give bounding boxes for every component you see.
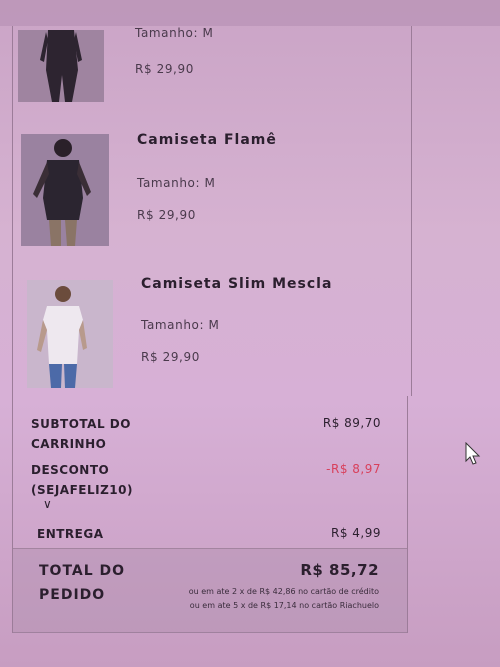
chevron-down-icon[interactable]: ∨ — [43, 497, 52, 511]
item-price: R$ 29,90 — [137, 208, 196, 222]
cart-item: Camiseta Flamê Tamanho: M R$ 29,90 — [13, 130, 411, 250]
shipping-value: R$ 4,99 — [330, 526, 381, 540]
installment-store-card: ou em ate 5 x de R$ 17,14 no cartão Riac… — [189, 601, 379, 610]
subtotal-label: SUBTOTAL DO CARRINHO — [31, 417, 131, 451]
item-size: Tamanho: M — [135, 26, 214, 40]
product-photo — [21, 134, 109, 246]
item-size: Tamanho: M — [137, 176, 216, 190]
mouse-pointer-icon — [465, 442, 481, 465]
cart-item: Tamanho: M R$ 29,90 — [13, 26, 411, 106]
total-label: TOTAL DO PEDIDO — [39, 563, 126, 603]
subtotal-value: R$ 89,70 — [322, 416, 381, 430]
discount-value: -R$ 8,97 — [326, 462, 381, 476]
discount-label: DESCONTO (SEJAFELIZ10) — [31, 463, 133, 497]
product-image[interactable] — [18, 30, 104, 102]
shipping-label: ENTREGA — [37, 527, 104, 541]
item-name[interactable]: Camiseta Flamê — [137, 132, 277, 148]
order-total: TOTAL DO PEDIDO R$ 85,72 ou em ate 2 x d… — [13, 548, 407, 633]
item-size: Tamanho: M — [141, 318, 220, 332]
total-value: R$ 85,72 — [300, 561, 379, 579]
cart-items-panel: Tamanho: M R$ 29,90 Camiseta Flamê Taman… — [12, 26, 412, 396]
cart-item: Camiseta Slim Mescla Tamanho: M R$ 29,90 — [13, 276, 411, 392]
order-summary: SUBTOTAL DO CARRINHO R$ 89,70 DESCONTO (… — [12, 396, 408, 633]
item-price: R$ 29,90 — [141, 350, 200, 364]
product-image[interactable] — [27, 280, 113, 388]
item-name[interactable]: Camiseta Slim Mescla — [141, 276, 332, 292]
product-photo — [18, 30, 104, 102]
product-image[interactable] — [21, 134, 109, 246]
item-price: R$ 29,90 — [135, 62, 194, 76]
product-photo — [27, 280, 113, 388]
installment-credit-card: ou em ate 2 x de R$ 42,86 no cartão de c… — [188, 587, 379, 596]
top-bar — [0, 0, 500, 26]
